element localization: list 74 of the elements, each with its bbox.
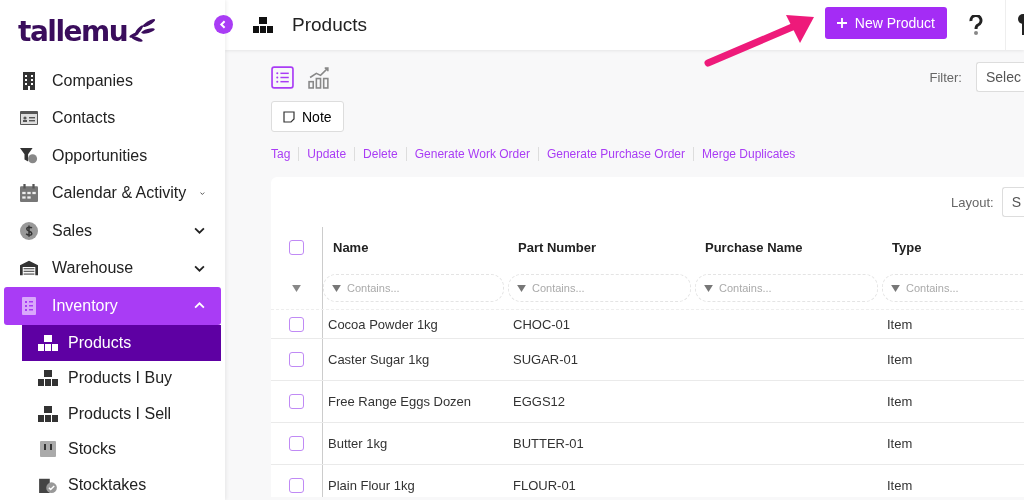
table-cell: Item — [887, 436, 913, 451]
sidebar-subitem[interactable]: Products I Sell — [22, 396, 221, 432]
filter-icon[interactable] — [292, 284, 301, 292]
note-button[interactable]: Note — [271, 101, 344, 132]
boxes-icon — [38, 334, 58, 351]
row-checkbox[interactable] — [289, 352, 304, 367]
action-link[interactable]: Merge Duplicates — [693, 147, 804, 161]
sidebar-item[interactable]: Calendar & Activity — [4, 174, 221, 212]
contact-card-icon — [20, 109, 38, 128]
table-cell: EGGS12 — [513, 394, 566, 409]
new-product-button[interactable]: New Product — [824, 6, 947, 39]
action-link[interactable]: Delete — [354, 147, 406, 161]
sidebar-item[interactable]: Opportunities — [4, 137, 221, 175]
filter-icon — [517, 284, 526, 292]
table-cell: FLOUR-01 — [513, 478, 576, 493]
note-icon — [283, 110, 295, 123]
filter-icon — [704, 284, 713, 292]
layout-select[interactable]: S — [1001, 187, 1024, 217]
list-icon — [20, 296, 38, 315]
sidebar-item[interactable]: Contacts — [4, 99, 221, 137]
sidebar-item[interactable]: Sales — [4, 212, 221, 250]
filter-icon — [891, 284, 900, 292]
table-cell: Cocoa Powder 1kg — [328, 316, 438, 332]
list-view-icon[interactable] — [271, 65, 294, 89]
table-cell: BUTTER-01 — [513, 436, 584, 451]
sidebar-subitem[interactable]: Products — [22, 324, 221, 361]
sidebar-subitem[interactable]: Products I Buy — [22, 360, 221, 396]
help-icon[interactable] — [969, 15, 983, 35]
column-header[interactable]: Part Number — [518, 239, 597, 255]
table-cell: SUGAR-01 — [513, 352, 579, 367]
filter-label: Filter: — [929, 69, 962, 85]
table-cell: Item — [887, 316, 913, 332]
layout-label: Layout: — [951, 194, 994, 210]
warehouse-icon — [20, 259, 38, 278]
building-icon — [20, 71, 38, 90]
row-checkbox[interactable] — [289, 394, 304, 409]
page-title: Products — [292, 14, 367, 36]
column-header[interactable]: Name — [333, 239, 369, 255]
logo-text: tallemu — [18, 14, 128, 48]
action-link[interactable]: Tag — [271, 147, 299, 161]
chart-view-icon[interactable] — [308, 65, 331, 89]
row-checkbox[interactable] — [289, 316, 304, 332]
filter-icon — [332, 284, 341, 292]
table-cell: Item — [887, 352, 913, 367]
plus-icon — [836, 17, 847, 28]
action-link[interactable]: Update — [298, 147, 355, 161]
table-cell: CHOC-01 — [513, 316, 571, 332]
filter-select[interactable]: Selec — [975, 62, 1024, 92]
action-link[interactable]: Generate Purchase Order — [537, 147, 693, 161]
column-header[interactable]: Type — [892, 239, 922, 255]
table-cell: Item — [887, 478, 913, 493]
column-header[interactable]: Purchase Name — [705, 239, 803, 255]
table-cell: Free Range Eggs Dozen — [328, 394, 472, 409]
sidebar-subitem[interactable]: Stocks — [22, 431, 221, 467]
boxes-icon — [38, 370, 58, 387]
row-checkbox[interactable] — [289, 478, 304, 493]
funnel-icon — [20, 146, 38, 165]
boxes-icon — [38, 405, 58, 422]
select-all-checkbox[interactable] — [289, 239, 304, 255]
table-cell: Plain Flour 1kg — [328, 478, 415, 493]
stock-box-icon — [38, 441, 58, 458]
table-cell: Caster Sugar 1kg — [328, 352, 430, 367]
coin-icon — [20, 221, 38, 240]
sidebar-item[interactable]: Inventory — [4, 287, 221, 325]
action-link[interactable]: Generate Work Order — [405, 147, 538, 161]
table-cell: Butter 1kg — [328, 436, 388, 451]
sidebar-item[interactable]: Warehouse — [4, 249, 221, 287]
sidebar-subitem[interactable]: Stocktakes — [22, 467, 221, 500]
stocktake-icon — [38, 476, 58, 493]
sidebar-item[interactable]: Companies — [4, 62, 221, 100]
table-cell: Item — [887, 394, 913, 409]
row-checkbox[interactable] — [289, 436, 304, 451]
boxes-icon — [253, 17, 273, 33]
calendar-icon — [20, 184, 38, 203]
